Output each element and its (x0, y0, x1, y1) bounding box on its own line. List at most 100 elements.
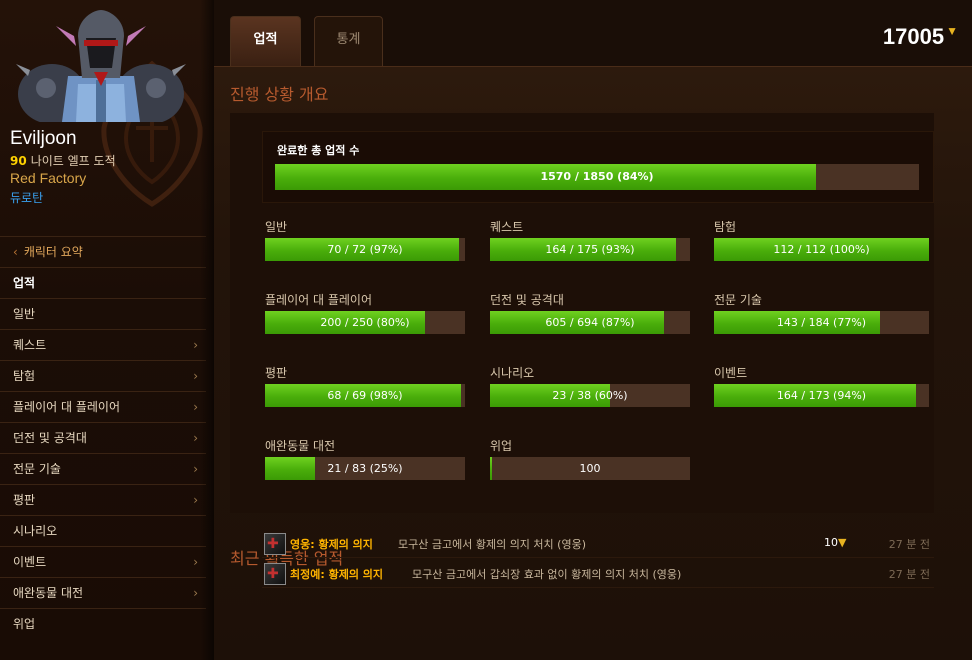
character-level-race-class: 90 나이트 엘프 도적 (10, 152, 116, 169)
realm-link[interactable]: 듀로탄 (10, 189, 43, 206)
category-progress-bar: 21 / 83 (25%) (265, 457, 465, 480)
category-pet-battles[interactable]: 애완동물 대전 21 / 83 (25%) (265, 437, 465, 489)
category-progress-bar: 23 / 38 (60%) (490, 384, 690, 407)
achievement-points-value: 10 (824, 536, 838, 549)
shield-icon: ▼ (946, 24, 958, 38)
category-progress-bar: 200 / 250 (80%) (265, 311, 465, 334)
nav-item-label: 애완동물 대전 (13, 586, 84, 600)
nav-item-label: 퀘스트 (13, 338, 47, 352)
category-label: 던전 및 공격대 (490, 293, 564, 307)
tab-statistics[interactable]: 통계 (314, 16, 383, 66)
category-reputation[interactable]: 평판 68 / 69 (98%) (265, 364, 465, 416)
category-professions[interactable]: 전문 기술 143 / 184 (77%) (714, 291, 929, 343)
category-quests[interactable]: 퀘스트 164 / 175 (93%) (490, 218, 690, 270)
nav-item-pet-battles[interactable]: 애완동물 대전 › (0, 577, 206, 608)
nav-item-achievements[interactable]: 업적 (0, 267, 206, 298)
nav-back-label: 캐릭터 요약 (23, 245, 83, 259)
progress-text: 23 / 38 (60%) (552, 389, 628, 402)
category-label: 전문 기술 (714, 293, 762, 307)
shield-icon: ▼ (838, 536, 847, 549)
nav-item-scenarios[interactable]: 시나리오 (0, 515, 206, 546)
character-level: 90 (10, 154, 27, 168)
chevron-left-icon: ‹ (13, 245, 18, 259)
chevron-right-icon: › (193, 586, 198, 600)
list-item[interactable]: ✚ 최정예: 황제의 의지 모구산 금고에서 갑쇠장 효과 없이 황제의 의지 … (262, 558, 934, 588)
total-progress-label: 완료한 총 업적 수 (277, 144, 360, 157)
nav-item-label: 전문 기술 (13, 462, 61, 476)
progress-text: 164 / 175 (93%) (545, 243, 635, 256)
achievement-name[interactable]: 최정예: 황제의 의지 (290, 566, 383, 582)
category-general[interactable]: 일반 70 / 72 (97%) (265, 218, 465, 270)
total-progress: 완료한 총 업적 수 1570 / 1850 (84%) (262, 131, 934, 203)
nav-item-label: 던전 및 공격대 (13, 431, 87, 445)
category-label: 일반 (265, 220, 288, 234)
nav-item-label: 위업 (13, 617, 36, 631)
category-world-events[interactable]: 이벤트 164 / 173 (94%) (714, 364, 929, 416)
category-progress-bar: 68 / 69 (98%) (265, 384, 465, 407)
progress-text: 100 (579, 462, 601, 475)
category-scenarios[interactable]: 시나리오 23 / 38 (60%) (490, 364, 690, 416)
tab-bar: 업적 통계 17005 ▼ (214, 0, 972, 66)
achievement-description: 모구산 금고에서 갑쇠장 효과 없이 황제의 의지 처치 (영웅) (412, 568, 682, 581)
chevron-right-icon: › (193, 338, 198, 352)
sidebar-shade (200, 0, 214, 660)
nav-back-character-summary[interactable]: ‹ 캐릭터 요약 (0, 236, 206, 267)
category-dungeons-raids[interactable]: 던전 및 공격대 605 / 694 (87%) (490, 291, 690, 343)
nav-item-label: 이벤트 (13, 555, 47, 569)
category-label: 퀘스트 (490, 220, 524, 234)
character-name: Eviljoon (10, 128, 77, 149)
nav-item-feats-of-strength[interactable]: 위업 (0, 608, 206, 639)
achievement-time: 27 분 전 (888, 568, 930, 581)
nav-item-general[interactable]: 일반 (0, 298, 206, 329)
category-progress-bar: 164 / 175 (93%) (490, 238, 690, 261)
achievement-points: 17005 ▼ (883, 24, 958, 50)
nav-item-dungeons-raids[interactable]: 던전 및 공격대 › (0, 422, 206, 453)
category-progress-bar: 100 (490, 457, 690, 480)
main-panel: 업적 통계 17005 ▼ 진행 상황 개요 완료한 총 업적 수 1570 / … (214, 0, 972, 660)
nav-item-label: 시나리오 (13, 524, 58, 538)
progress-text: 200 / 250 (80%) (320, 316, 410, 329)
tab-achievements[interactable]: 업적 (230, 16, 301, 66)
category-feats-of-strength[interactable]: 위업 100 (490, 437, 690, 489)
nav-item-reputation[interactable]: 평판 › (0, 484, 206, 515)
chevron-right-icon: › (193, 400, 198, 414)
progress-text: 605 / 694 (87%) (545, 316, 635, 329)
character-portrait[interactable] (16, 6, 186, 122)
nav-item-pvp[interactable]: 플레이어 대 플레이어 › (0, 391, 206, 422)
category-label: 플레이어 대 플레이어 (265, 293, 372, 307)
achievement-description: 모구산 금고에서 황제의 의지 처치 (영웅) (398, 538, 586, 551)
category-label: 탐험 (714, 220, 737, 234)
achievement-points: 10▼ (824, 536, 846, 549)
nav-item-exploration[interactable]: 탐험 › (0, 360, 206, 391)
category-exploration[interactable]: 탐험 112 / 112 (100%) (714, 218, 929, 270)
category-pvp[interactable]: 플레이어 대 플레이어 200 / 250 (80%) (265, 291, 465, 343)
category-progress-bar: 143 / 184 (77%) (714, 311, 929, 334)
nav-item-professions[interactable]: 전문 기술 › (0, 453, 206, 484)
progress-text: 1570 / 1850 (84%) (540, 170, 654, 183)
category-progress-bar: 164 / 173 (94%) (714, 384, 929, 407)
category-label: 평판 (265, 366, 288, 380)
progress-text: 70 / 72 (97%) (327, 243, 403, 256)
category-label: 이벤트 (714, 366, 748, 380)
progress-text: 164 / 173 (94%) (776, 389, 867, 402)
achievement-points-value: 17005 (882, 24, 945, 49)
character-race-class: 나이트 엘프 도적 (30, 154, 116, 168)
guild-link[interactable]: Red Factory (10, 170, 86, 186)
category-label: 시나리오 (490, 366, 535, 380)
achievement-name[interactable]: 영웅: 황제의 의지 (290, 536, 373, 552)
chevron-right-icon: › (193, 555, 198, 569)
list-item[interactable]: ✚ 영웅: 황제의 의지 모구산 금고에서 황제의 의지 처치 (영웅) 10▼… (262, 528, 934, 558)
achievement-time: 27 분 전 (888, 538, 930, 551)
category-progress-bar: 70 / 72 (97%) (265, 238, 465, 261)
total-progress-bar: 1570 / 1850 (84%) (275, 164, 919, 190)
progress-text: 143 / 184 (77%) (776, 316, 867, 329)
progress-text: 68 / 69 (98%) (327, 389, 403, 402)
progress-text: 21 / 83 (25%) (327, 462, 403, 475)
nav-item-quests[interactable]: 퀘스트 › (0, 329, 206, 360)
nav-item-label: 일반 (13, 307, 36, 321)
progress-text: 112 / 112 (100%) (773, 243, 870, 256)
category-progress-bar: 605 / 694 (87%) (490, 311, 690, 334)
chevron-right-icon: › (193, 493, 198, 507)
nav-item-world-events[interactable]: 이벤트 › (0, 546, 206, 577)
overview-title: 진행 상황 개요 (230, 85, 329, 104)
